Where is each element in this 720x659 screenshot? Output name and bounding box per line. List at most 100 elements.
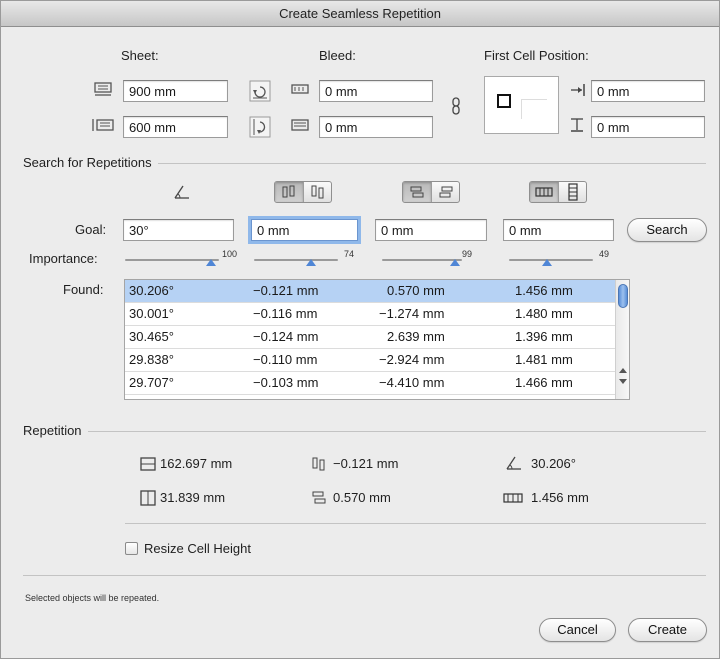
repetition-section-title: Repetition: [23, 423, 88, 438]
result-vertical-shift: −0.110 mm: [253, 352, 318, 367]
result-angle: 30.206°: [129, 283, 174, 298]
result-vertical-shift: −0.121 mm: [253, 283, 319, 298]
spacing-horizontal-icon: [535, 187, 553, 197]
result-angle: 29.838°: [129, 352, 174, 367]
importance-horizontal-shift-slider[interactable]: 99: [382, 249, 472, 267]
goal-spacing-input[interactable]: [503, 219, 614, 241]
importance-spacing-slider[interactable]: 49: [509, 249, 609, 267]
result-angle: 30.465°: [129, 329, 174, 344]
result-spacing: 1.456 mm: [515, 283, 573, 298]
slider-thumb[interactable]: [306, 259, 317, 266]
result-spacing: 1.396 mm: [515, 329, 573, 344]
create-button[interactable]: Create: [628, 618, 707, 642]
goal-vertical-shift-input[interactable]: [251, 219, 358, 241]
rotate-sheet-cw-icon[interactable]: [249, 116, 271, 138]
result-horizontal-shift: −1.274 mm: [379, 306, 445, 321]
scroll-up-arrow-icon[interactable]: [619, 368, 627, 373]
repetition-width-icon: [140, 457, 156, 471]
status-text: Selected objects will be repeated.: [25, 593, 160, 603]
repetition-horizontal-shift-icon: [312, 491, 326, 504]
repetition-spacing-value: 1.456 mm: [531, 490, 589, 505]
repetition-horizontal-shift-value: 0.570 mm: [333, 490, 391, 505]
results-row[interactable]: 29.838° −0.110 mm −2.924 mm 1.481 mm: [125, 349, 615, 372]
first-cell-guide: [521, 99, 547, 119]
cell-y-input[interactable]: [591, 116, 705, 138]
found-label: Found:: [63, 282, 104, 297]
results-row[interactable]: 30.206° −0.121 mm 0.570 mm 1.456 mm: [125, 280, 615, 303]
slider-value: 99: [462, 249, 473, 259]
angle-icon: [174, 185, 189, 199]
goal-horizontal-shift-input[interactable]: [375, 219, 487, 241]
footer-rule: [23, 575, 706, 576]
spacing-horizontal-option[interactable]: [530, 182, 558, 202]
result-spacing: 1.481 mm: [515, 352, 573, 367]
bleed-vertical-icon: [291, 119, 309, 131]
first-cell-marker: [497, 94, 511, 108]
result-horizontal-shift: −2.924 mm: [379, 352, 445, 367]
sheet-height-icon: [92, 119, 114, 131]
result-spacing: 1.466 mm: [515, 375, 573, 390]
results-row[interactable]: 30.001° −0.116 mm −1.274 mm 1.480 mm: [125, 303, 615, 326]
scroll-down-arrow-icon[interactable]: [619, 379, 627, 384]
cell-x-offset-icon: [571, 84, 585, 96]
cancel-button[interactable]: Cancel: [539, 618, 616, 642]
sheet-height-input[interactable]: [123, 116, 228, 138]
results-row[interactable]: 30.465° −0.124 mm 2.639 mm 1.396 mm: [125, 326, 615, 349]
vertical-shift-down-icon: [311, 185, 323, 199]
repetition-height-value: 31.839 mm: [160, 490, 226, 505]
result-horizontal-shift: 0.570 mm: [387, 283, 445, 298]
results-list[interactable]: 30.206° −0.121 mm 0.570 mm 1.456 mm 30.0…: [124, 279, 630, 400]
result-vertical-shift: −0.103 mm: [253, 375, 319, 390]
result-horizontal-shift: 2.639 mm: [387, 329, 445, 344]
horizontal-shift-left-icon: [410, 186, 424, 198]
chain-link-icon[interactable]: [451, 97, 461, 115]
bleed-horizontal-icon: [291, 84, 309, 94]
goal-angle-input[interactable]: [123, 219, 234, 241]
repetition-vertical-shift-value: −0.121 mm: [333, 456, 399, 471]
result-vertical-shift: −0.124 mm: [253, 329, 319, 344]
slider-thumb[interactable]: [206, 259, 217, 266]
horizontal-shift-segment[interactable]: [402, 181, 460, 203]
resize-cell-height-label: Resize Cell Height: [144, 541, 251, 556]
resize-cell-height-checkbox[interactable]: [125, 542, 138, 555]
sheet-width-input[interactable]: [123, 80, 228, 102]
slider-value: 74: [344, 249, 355, 259]
cell-y-offset-icon: [571, 118, 583, 132]
rotate-sheet-ccw-icon[interactable]: [249, 80, 271, 102]
first-cell-label: First Cell Position:: [484, 48, 589, 63]
slider-track: [254, 259, 338, 261]
repetition-vertical-shift-icon: [312, 457, 325, 471]
repetition-angle-icon: [506, 456, 521, 470]
horizontal-shift-right-option[interactable]: [431, 182, 459, 202]
bleed-label: Bleed:: [319, 48, 356, 63]
search-section-title: Search for Repetitions: [23, 155, 158, 170]
search-button[interactable]: Search: [627, 218, 707, 242]
vertical-shift-down-option[interactable]: [303, 182, 331, 202]
importance-label: Importance:: [29, 251, 98, 266]
importance-angle-slider[interactable]: 100: [125, 249, 237, 267]
repetition-angle-value: 30.206°: [531, 456, 576, 471]
cell-x-input[interactable]: [591, 80, 705, 102]
spacing-vertical-option[interactable]: [558, 182, 586, 202]
repetition-spacing-icon: [503, 493, 523, 503]
slider-thumb[interactable]: [449, 259, 460, 266]
results-row[interactable]: 29.707° −0.103 mm −4.410 mm 1.466 mm: [125, 372, 615, 395]
bleed-horizontal-input[interactable]: [319, 80, 433, 102]
bleed-vertical-input[interactable]: [319, 116, 433, 138]
slider-thumb[interactable]: [541, 259, 552, 266]
result-angle: 30.001°: [129, 306, 174, 321]
results-scrollbar[interactable]: [615, 280, 629, 399]
dialog-window: Create Seamless Repetition Sheet: Bleed:: [0, 0, 720, 659]
horizontal-shift-right-icon: [439, 186, 452, 198]
first-cell-preview[interactable]: [484, 76, 559, 134]
horizontal-shift-left-option[interactable]: [403, 182, 431, 202]
vertical-shift-segment[interactable]: [274, 181, 332, 203]
window-title: Create Seamless Repetition: [1, 1, 719, 27]
scrollbar-thumb[interactable]: [618, 284, 628, 308]
spacing-segment[interactable]: [529, 181, 587, 203]
importance-vertical-shift-slider[interactable]: 74: [254, 249, 354, 267]
repetition-height-icon: [140, 490, 156, 506]
result-spacing: 1.480 mm: [515, 306, 573, 321]
goal-label: Goal:: [75, 222, 107, 237]
vertical-shift-up-option[interactable]: [275, 182, 303, 202]
